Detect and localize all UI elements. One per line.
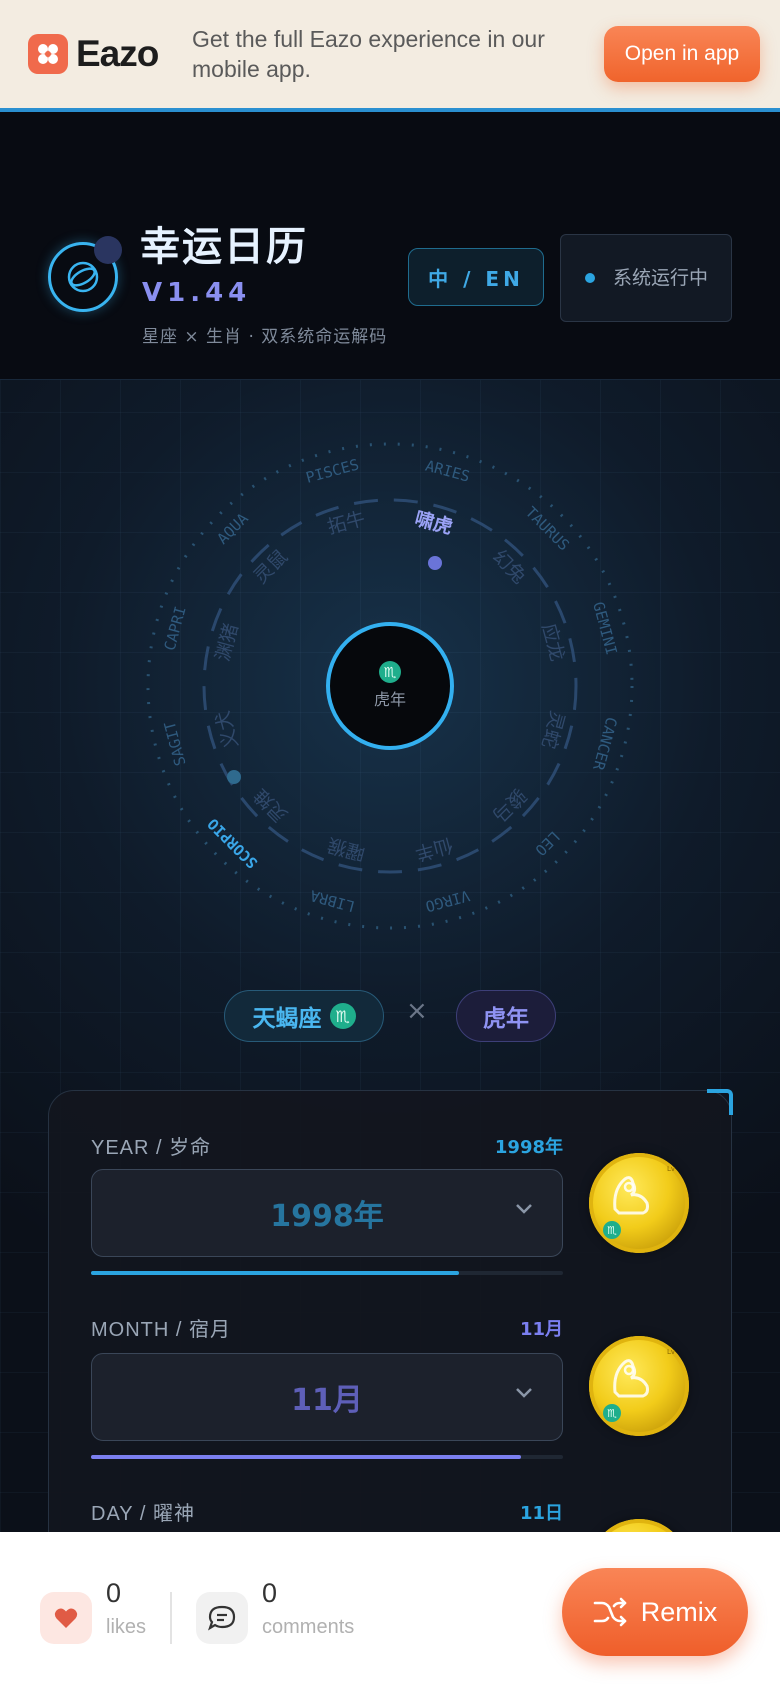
animal-label-渊猪[interactable]: 渊猪 (212, 621, 243, 663)
animal-label-应龙[interactable]: 应龙 (537, 621, 568, 663)
animal-label-啸虎[interactable]: 啸虎 (412, 507, 455, 539)
comment-icon (208, 1605, 236, 1631)
comments-label: comments (262, 1616, 355, 1638)
animal-label-曜猴[interactable]: 曜猴 (325, 833, 367, 864)
zodiac-pill-label: 天蝎座 (252, 1006, 322, 1032)
year-progress-bar (91, 1271, 563, 1275)
coin-level-text: Lv (666, 1348, 675, 1356)
language-toggle-button[interactable]: 中 / EN (408, 248, 544, 306)
day-field-label: DAY / 曜神 (91, 1503, 195, 1525)
app-download-banner: Eazo Get the full Eazo experience in our… (0, 0, 780, 112)
page-title: 幸运日历 (140, 224, 308, 270)
fortune-coin[interactable]: ♏ Lv (589, 1336, 689, 1436)
status-indicator-dot (585, 273, 595, 283)
comments-count: 0 (262, 1578, 278, 1608)
selected-year-pill[interactable]: 虎年 (456, 990, 556, 1042)
selected-zodiac-pill[interactable]: 天蝎座 ♏ (224, 990, 384, 1042)
pill-separator: × (406, 996, 428, 1026)
heart-icon (54, 1608, 78, 1628)
card-corner-accent (707, 1089, 733, 1115)
month-field-value: 11月 (519, 1319, 563, 1340)
scorpio-icon: ♏ (329, 1003, 356, 1029)
animal-label-拓牛[interactable]: 拓牛 (325, 508, 367, 539)
animal-label-仙羊[interactable]: 仙羊 (412, 833, 454, 864)
shuffle-icon (593, 1597, 627, 1627)
sign-label-sagit[interactable]: SAGIT (161, 719, 190, 767)
year-field-value: 1998年 (494, 1137, 563, 1158)
wheel-center[interactable] (326, 622, 454, 750)
animal-label-灵雉[interactable]: 灵雉 (250, 784, 292, 826)
animal-label-灵鼠[interactable]: 灵鼠 (250, 546, 292, 588)
chevron-down-icon (516, 1388, 532, 1398)
banner-message: Get the full Eazo experience in our mobi… (192, 26, 545, 82)
coin-face-icon (613, 1176, 649, 1215)
likes-label: likes (106, 1616, 147, 1638)
remix-label: Remix (640, 1596, 718, 1627)
animal-label-骏马[interactable]: 骏马 (488, 784, 530, 826)
coin-face-icon (613, 1359, 649, 1398)
sign-label-pisces[interactable]: PISCES (304, 455, 361, 486)
sign-label-capri[interactable]: CAPRI (161, 604, 190, 652)
sign-label-cancer[interactable]: CANCER (589, 715, 621, 773)
birth-date-card: YEAR / 岁命 1998年 1998年 ♏ Lv MONTH / 宿月 11… (48, 1089, 733, 1532)
year-progress-fill (91, 1271, 460, 1275)
month-progress-fill (91, 1455, 521, 1459)
animal-label-灵蛇[interactable]: 灵蛇 (537, 708, 568, 750)
sign-label-taurus[interactable]: TAURUS (522, 503, 573, 554)
sign-marker-dot (227, 770, 241, 784)
year-select[interactable]: 1998年 (91, 1169, 563, 1257)
scorpio-icon: ♏ (603, 1404, 621, 1422)
brand-logo: Eazo (28, 33, 176, 75)
sign-label-leo[interactable]: LEO (531, 827, 563, 859)
animal-marker-dot (428, 556, 442, 570)
animal-label-幻兔[interactable]: 幻兔 (488, 546, 530, 588)
asterisk-icon (28, 34, 68, 74)
month-progress-bar (91, 1455, 563, 1459)
remix-button[interactable]: Remix (562, 1568, 748, 1656)
sign-label-gemini[interactable]: GEMINI (589, 600, 620, 657)
app-header: 幸运日历 V1.44 星座 × 生肖 · 双系统命运解码 中 / EN 系统运行… (0, 112, 780, 380)
like-button[interactable] (40, 1592, 92, 1644)
day-field-value: 11日 (519, 1503, 563, 1524)
brand-name: Eazo (76, 33, 159, 74)
status-text: 系统运行中 (613, 266, 709, 289)
sign-label-scorpio[interactable]: SCORPIO (204, 815, 261, 872)
logo-moon-dot (94, 236, 122, 264)
sign-label-aqua[interactable]: AQUA (214, 510, 252, 548)
animal-label-义犬[interactable]: 义犬 (212, 708, 243, 750)
month-select[interactable]: 11月 (91, 1353, 563, 1441)
year-field-label: YEAR / 岁命 (91, 1137, 212, 1159)
coin-level-text: Lv (666, 1165, 675, 1173)
page-subtitle: 星座 × 生肖 · 双系统命运解码 (142, 327, 388, 347)
comment-button[interactable] (196, 1592, 248, 1644)
zodiac-wheel: PISCES ARIES TAURUS GEMINI CANCER LEO VIRGO LIB… (0, 380, 780, 1000)
fortune-coin[interactable]: ♏ Lv (589, 1153, 689, 1253)
open-in-app-button[interactable]: Open in app (604, 26, 760, 82)
month-field-label: MONTH / 宿月 (91, 1319, 231, 1341)
center-year-label: 虎年 (374, 690, 406, 709)
app-canvas: 幸运日历 V1.44 星座 × 生肖 · 双系统命运解码 中 / EN 系统运行… (0, 112, 780, 1532)
center-zodiac-symbol: ♏ (384, 665, 397, 681)
sign-label-virgo[interactable]: VIRGO (423, 886, 471, 915)
footer-divider (170, 1592, 172, 1644)
month-select-value: 11月 (291, 1383, 363, 1418)
year-select-value: 1998年 (270, 1199, 384, 1234)
likes-count: 0 (106, 1578, 122, 1608)
scorpio-icon: ♏ (603, 1221, 621, 1239)
chevron-down-icon (516, 1204, 532, 1214)
engagement-bar: 0 likes 0 comments Remix (0, 1532, 780, 1688)
version-label: V1.44 (142, 278, 252, 308)
system-status-badge: 系统运行中 (560, 234, 732, 322)
sign-label-libra[interactable]: LIBRA (308, 886, 356, 915)
sign-label-aries[interactable]: ARIES (423, 457, 471, 486)
fortune-coin[interactable] (589, 1519, 689, 1532)
